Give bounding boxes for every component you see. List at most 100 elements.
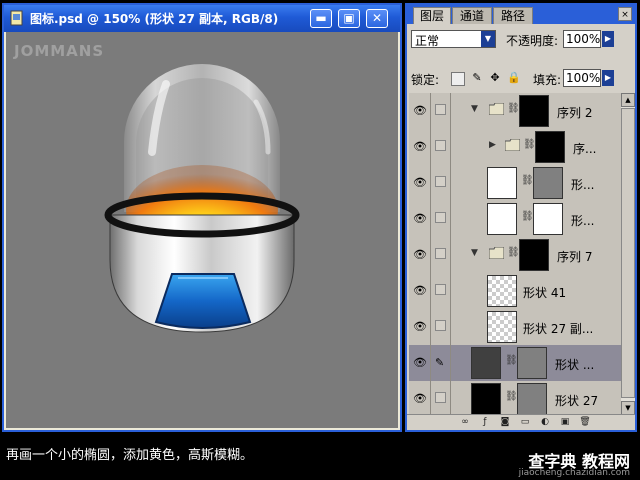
link-box: [435, 248, 446, 259]
visibility-toggle[interactable]: 👁: [409, 345, 431, 381]
layer-name: 形状 41: [523, 286, 567, 300]
layer-thumbnail: [487, 275, 517, 307]
chevron-down-icon: ▼: [481, 31, 495, 47]
new-group-folder-icon[interactable]: ▭: [519, 416, 531, 428]
layer-row-selected[interactable]: 👁 ✎ ⛓ 形状 ...: [409, 345, 621, 382]
visibility-toggle[interactable]: 👁: [409, 165, 431, 201]
vector-mask-thumbnail: [517, 383, 547, 415]
link-box: [435, 320, 446, 331]
eye-icon: 👁: [413, 140, 427, 153]
link-box: [435, 140, 446, 151]
folder-icon: [489, 247, 504, 259]
layer-name: 形状 27 副...: [523, 322, 594, 336]
eye-icon: 👁: [413, 176, 427, 189]
layer-thumbnail: [471, 383, 501, 415]
capsule-icon-artwork: [104, 64, 300, 333]
blend-mode-value: 正常: [415, 34, 440, 48]
new-layer-icon[interactable]: ▣: [559, 416, 571, 428]
opacity-input[interactable]: 100%: [563, 30, 601, 48]
tab-channels[interactable]: 通道: [452, 7, 492, 24]
mask-link-icon: ⛓: [505, 355, 518, 366]
link-cell[interactable]: [431, 129, 451, 165]
lock-position-move-icon[interactable]: ✥: [489, 72, 501, 84]
scroll-up-icon[interactable]: ▲: [621, 93, 635, 107]
layers-list: 👁 ▼ ⛓ 序列 2 👁 ▶ ⛓ 序... 👁 ⛓ 形... 👁 ⛓ 形... …: [409, 93, 621, 415]
delete-layer-trash-icon[interactable]: 🗑: [579, 416, 591, 428]
link-box: [435, 176, 446, 187]
layer-row[interactable]: 👁 ⛓ 形状 27: [409, 381, 621, 415]
minimize-button[interactable]: ▬: [310, 9, 332, 28]
tab-paths[interactable]: 路径: [493, 7, 533, 24]
layer-row[interactable]: 👁 ▼ ⛓ 序列 2: [409, 93, 621, 130]
site-url: jiaocheng.chazidian.com: [518, 468, 630, 478]
visibility-toggle[interactable]: 👁: [409, 273, 431, 309]
group-expanded-icon[interactable]: ▼: [471, 104, 478, 114]
close-button[interactable]: ✕: [366, 9, 388, 28]
opacity-slider-arrow-icon[interactable]: ▶: [602, 31, 614, 47]
visibility-toggle[interactable]: 👁: [409, 129, 431, 165]
canvas[interactable]: JOMMANS: [6, 32, 398, 428]
visibility-toggle[interactable]: 👁: [409, 93, 431, 129]
layer-row[interactable]: 👁 ▼ ⛓ 序列 7: [409, 237, 621, 274]
link-layers-icon[interactable]: ∞: [459, 416, 471, 428]
layer-row[interactable]: 👁 ⛓ 形...: [409, 165, 621, 202]
blend-mode-select[interactable]: 正常 ▼: [411, 30, 496, 48]
adjustment-layer-icon[interactable]: ◐: [539, 416, 551, 428]
lock-pixels-brush-icon[interactable]: ✎: [471, 72, 483, 84]
mask-link-icon: ⛓: [505, 391, 518, 402]
layer-thumbnail: [487, 203, 517, 235]
group-collapsed-icon[interactable]: ▶: [489, 140, 496, 150]
visibility-toggle[interactable]: 👁: [409, 309, 431, 345]
eye-icon: 👁: [413, 320, 427, 333]
layer-row[interactable]: 👁 形状 41: [409, 273, 621, 310]
eye-icon: 👁: [413, 212, 427, 225]
layers-scrollbar[interactable]: ▲ ▼: [621, 93, 635, 415]
scroll-down-icon[interactable]: ▼: [621, 401, 635, 415]
link-cell[interactable]: [431, 237, 451, 273]
blend-opacity-row: 正常 ▼ 不透明度: 100% ▶: [411, 30, 631, 50]
scrollbar-thumb[interactable]: [621, 108, 635, 398]
link-cell[interactable]: [431, 273, 451, 309]
layer-thumbnail: [471, 347, 501, 379]
group-expanded-icon[interactable]: ▼: [471, 248, 478, 258]
visibility-toggle[interactable]: 👁: [409, 201, 431, 237]
layer-name: 序列 2: [557, 106, 593, 120]
layer-row[interactable]: 👁 形状 27 副...: [409, 309, 621, 346]
vector-mask-thumbnail: [517, 347, 547, 379]
eye-icon: 👁: [413, 284, 427, 297]
mask-link-icon: ⛓: [507, 103, 520, 114]
panel-close-icon[interactable]: ×: [618, 7, 632, 21]
document-titlebar[interactable]: 图标.psd @ 150% (形状 27 副本, RGB/8) ▬ ▣ ✕: [4, 5, 400, 32]
link-cell[interactable]: ✎: [431, 345, 451, 381]
layer-thumbnail: [487, 311, 517, 343]
link-cell[interactable]: [431, 381, 451, 415]
vector-mask-thumbnail: [533, 203, 563, 235]
lock-transparency-icon[interactable]: [451, 72, 465, 86]
layer-row[interactable]: 👁 ▶ ⛓ 序...: [409, 129, 621, 166]
layer-row[interactable]: 👁 ⛓ 形...: [409, 201, 621, 238]
visibility-toggle[interactable]: 👁: [409, 237, 431, 273]
visibility-toggle[interactable]: 👁: [409, 381, 431, 415]
restore-button[interactable]: ▣: [338, 9, 360, 28]
lock-all-icon[interactable]: 🔒: [507, 72, 521, 84]
fill-slider-arrow-icon[interactable]: ▶: [602, 70, 614, 86]
link-cell[interactable]: [431, 165, 451, 201]
link-cell[interactable]: [431, 201, 451, 237]
group-mask-thumbnail: [519, 95, 549, 127]
eye-icon: 👁: [413, 248, 427, 261]
link-cell[interactable]: [431, 309, 451, 345]
layer-style-icon[interactable]: ƒ: [479, 416, 491, 428]
link-cell[interactable]: [431, 93, 451, 129]
opacity-label: 不透明度:: [506, 34, 559, 48]
document-title: 图标.psd @ 150% (形状 27 副本, RGB/8): [30, 12, 279, 26]
mask-link-icon: ⛓: [507, 247, 520, 258]
vector-mask-thumbnail: [533, 167, 563, 199]
layer-name: 序列 7: [557, 250, 593, 264]
add-mask-icon[interactable]: ◙: [499, 416, 511, 428]
tab-layers[interactable]: 图层: [413, 7, 451, 24]
eye-icon: 👁: [413, 356, 427, 369]
fill-input[interactable]: 100%: [563, 69, 601, 87]
folder-icon: [489, 103, 504, 115]
lock-label: 锁定:: [411, 73, 440, 87]
group-mask-thumbnail: [519, 239, 549, 271]
